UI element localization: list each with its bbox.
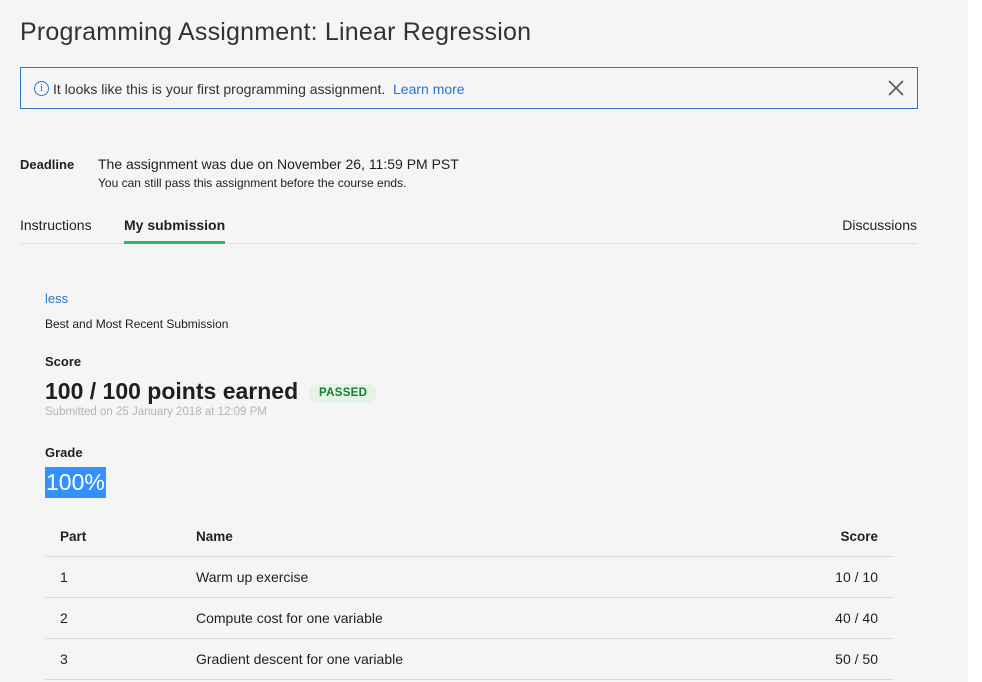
less-link[interactable]: less <box>45 291 68 306</box>
tab-discussions[interactable]: Discussions <box>842 217 917 233</box>
best-submission-label: Best and Most Recent Submission <box>45 317 229 331</box>
column-header-score: Score <box>740 516 893 557</box>
row-name: Gradient descent for one variable <box>196 638 741 680</box>
column-header-name: Name <box>196 516 741 557</box>
submitted-timestamp: Submitted on 25 January 2018 at 12:09 PM <box>45 406 267 418</box>
parts-table: Part Name Score 1 Warm up exercise 10 / … <box>45 516 893 680</box>
deadline-text: The assignment was due on November 26, 1… <box>98 156 459 172</box>
row-score: 10 / 10 <box>740 556 893 598</box>
banner-message: It looks like this is your first program… <box>53 81 386 97</box>
deadline-label: Deadline <box>20 157 75 172</box>
table-row: 3 Gradient descent for one variable 50 /… <box>45 638 893 680</box>
table-header-row: Part Name Score <box>45 516 893 557</box>
deadline-subtext: You can still pass this assignment befor… <box>98 176 407 190</box>
row-name: Compute cost for one variable <box>196 597 741 639</box>
row-part: 3 <box>45 638 196 680</box>
grade-label: Grade <box>45 445 83 460</box>
assignment-page: Programming Assignment: Linear Regressio… <box>0 0 968 682</box>
info-icon: i <box>34 81 49 96</box>
assignment-tabs: Instructions My submission Discussions <box>20 211 917 244</box>
table-row: 2 Compute cost for one variable 40 / 40 <box>45 597 893 639</box>
row-score: 50 / 50 <box>740 638 893 680</box>
tab-instructions[interactable]: Instructions <box>20 217 92 233</box>
score-label: Score <box>45 354 82 369</box>
points-earned: 100 / 100 points earned <box>45 378 299 404</box>
table-row: 1 Warm up exercise 10 / 10 <box>45 556 893 598</box>
first-assignment-banner: i It looks like this is your first progr… <box>20 67 918 109</box>
status-badge: PASSED <box>309 384 378 403</box>
tab-my-submission[interactable]: My submission <box>124 217 226 244</box>
close-icon[interactable] <box>885 77 907 99</box>
row-part: 1 <box>45 556 196 598</box>
row-part: 2 <box>45 597 196 639</box>
row-name: Warm up exercise <box>196 556 741 598</box>
row-score: 40 / 40 <box>740 597 893 639</box>
column-header-part: Part <box>45 516 196 557</box>
learn-more-link[interactable]: Learn more <box>393 81 465 97</box>
grade-value: 100% <box>45 467 106 498</box>
page-title: Programming Assignment: Linear Regressio… <box>20 18 532 46</box>
